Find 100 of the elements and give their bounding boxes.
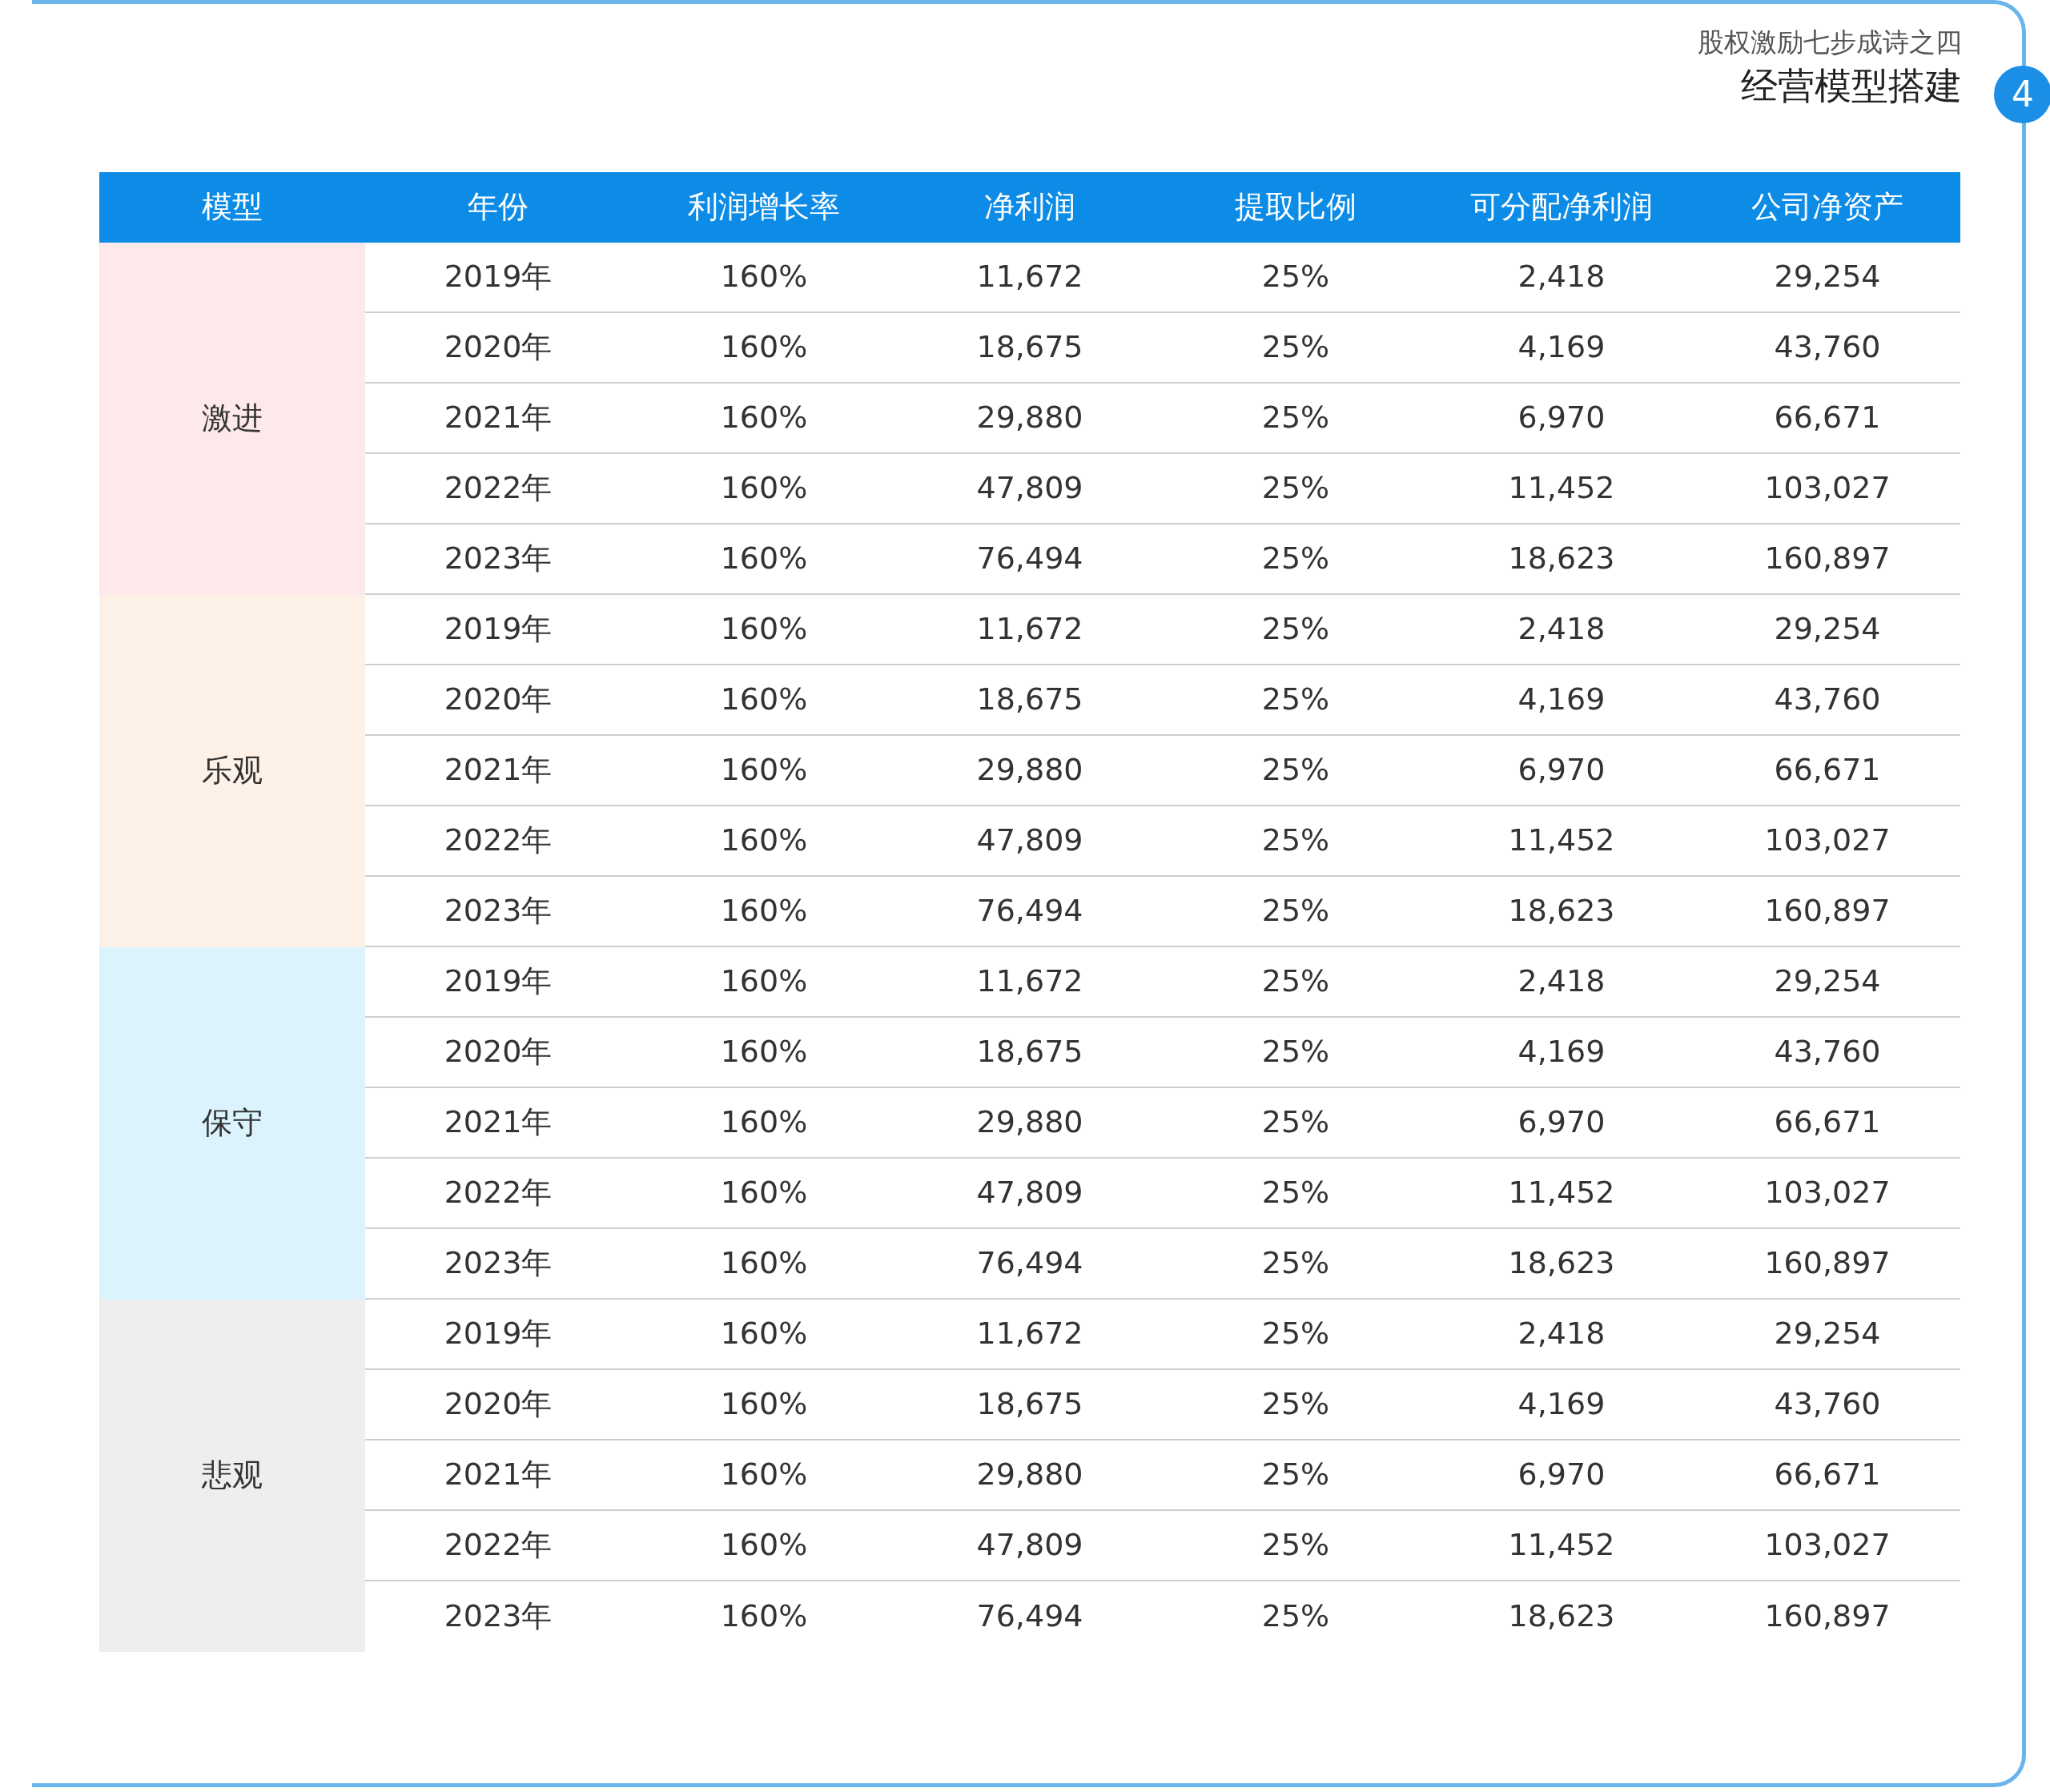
table-cell-text: 29,254 xyxy=(1773,258,1882,296)
table-cell-text: 11,672 xyxy=(975,610,1084,649)
table-cell-text: 47,809 xyxy=(975,469,1084,508)
table-cell-text: 47,809 xyxy=(975,1526,1084,1565)
table-cell-text: 4,169 xyxy=(1517,1385,1606,1424)
table-cell-text: 2023年 xyxy=(443,1244,553,1283)
table-cell-text: 2023年 xyxy=(443,892,553,930)
table-cell-text: 103,027 xyxy=(1763,1526,1891,1565)
group-cell: 激进 xyxy=(99,242,365,595)
table-cell-text: 18,623 xyxy=(1507,540,1616,578)
table-cell-text: 160% xyxy=(719,892,809,930)
table-cell-text: 18,675 xyxy=(975,1033,1084,1071)
table-cell-text: 47,809 xyxy=(975,1174,1084,1212)
group-cell: 悲观 xyxy=(99,1299,365,1652)
table-cell-text: 2022年 xyxy=(443,1526,553,1565)
table-cell-text: 11,672 xyxy=(975,962,1084,1001)
table-cell-text: 160% xyxy=(719,681,809,719)
table-cell-text: 11,452 xyxy=(1507,1174,1616,1212)
table-cell-text: 160% xyxy=(719,1103,809,1142)
column-header: 年份 xyxy=(467,188,529,227)
table-cell-text: 66,671 xyxy=(1773,399,1882,437)
table-cell-text: 76,494 xyxy=(975,1244,1084,1283)
table-cell-text: 2021年 xyxy=(443,751,553,790)
table-cell-text: 160% xyxy=(719,328,809,367)
table-cell-text: 25% xyxy=(1260,1103,1331,1142)
table-cell-text: 25% xyxy=(1260,328,1331,367)
table-cell-text: 6,970 xyxy=(1517,399,1606,437)
table-cell-text: 160% xyxy=(719,751,809,790)
table-cell-text: 29,880 xyxy=(975,751,1084,790)
column-header: 可分配净利润 xyxy=(1469,188,1654,227)
table-cell-text: 2,418 xyxy=(1517,610,1606,649)
table-cell-text: 2,418 xyxy=(1517,962,1606,1001)
table-cell-text: 2020年 xyxy=(443,328,553,367)
table-cell-text: 2,418 xyxy=(1517,258,1606,296)
table-cell-text: 25% xyxy=(1260,610,1331,649)
table-cell-text: 25% xyxy=(1260,399,1331,437)
table-cell-text: 2020年 xyxy=(443,1033,553,1071)
table-cell-text: 43,760 xyxy=(1773,681,1882,719)
table-cell-text: 2023年 xyxy=(443,1597,553,1636)
table-cell-text: 43,760 xyxy=(1773,1033,1882,1071)
table-cell-text: 25% xyxy=(1260,681,1331,719)
table-cell-text: 160,897 xyxy=(1763,1244,1891,1283)
column-header: 公司净资产 xyxy=(1751,188,1904,227)
table-cell-text: 160% xyxy=(719,1033,809,1071)
table-cell-text: 160,897 xyxy=(1763,540,1891,578)
page-title: 经营模型搭建 xyxy=(1741,63,1962,110)
table-cell-text: 25% xyxy=(1260,962,1331,1001)
table-cell-text: 103,027 xyxy=(1763,1174,1891,1212)
table-cell-text: 160% xyxy=(719,540,809,578)
table-cell-text: 29,880 xyxy=(975,1103,1084,1142)
table-cell-text: 160% xyxy=(719,399,809,437)
table-cell-text: 25% xyxy=(1260,751,1331,790)
table-cell-text: 2019年 xyxy=(443,1315,553,1353)
table-cell-text: 66,671 xyxy=(1773,1103,1882,1142)
table-cell-text: 25% xyxy=(1260,1456,1331,1494)
table-cell-text: 25% xyxy=(1260,1315,1331,1353)
table-cell-text: 103,027 xyxy=(1763,469,1891,508)
table-cell-text: 43,760 xyxy=(1773,1385,1882,1424)
table-cell-text: 29,254 xyxy=(1773,962,1882,1001)
page-subtitle: 股权激励七步成诗之四 xyxy=(1698,26,1962,59)
table-cell-text: 160% xyxy=(719,1174,809,1212)
table-cell-text: 160% xyxy=(719,610,809,649)
table-cell-text: 160,897 xyxy=(1763,1597,1891,1636)
table-cell-text: 2019年 xyxy=(443,610,553,649)
table-cell-text: 2021年 xyxy=(443,399,553,437)
table-cell-text: 25% xyxy=(1260,1385,1331,1424)
table-cell-text: 25% xyxy=(1260,1526,1331,1565)
group-cell: 保守 xyxy=(99,946,365,1300)
table-cell-text: 103,027 xyxy=(1763,822,1891,860)
table-cell-text: 25% xyxy=(1260,540,1331,578)
table-cell-text: 160% xyxy=(719,1456,809,1494)
table-cell-text: 18,675 xyxy=(975,1385,1084,1424)
table-cell-text: 6,970 xyxy=(1517,751,1606,790)
table-cell-text: 2020年 xyxy=(443,1385,553,1424)
table-cell-text: 160% xyxy=(719,1597,809,1636)
table-cell-text: 6,970 xyxy=(1517,1456,1606,1494)
page-badge: 4 xyxy=(1994,66,2050,123)
table-cell-text: 47,809 xyxy=(975,822,1084,860)
table-cell-text: 4,169 xyxy=(1517,1033,1606,1071)
table-cell-text: 2019年 xyxy=(443,258,553,296)
table-cell-text: 29,880 xyxy=(975,1456,1084,1494)
table-cell-text: 18,623 xyxy=(1507,1244,1616,1283)
table-cell-text: 76,494 xyxy=(975,540,1084,578)
table-cell-text: 25% xyxy=(1260,1244,1331,1283)
column-header: 净利润 xyxy=(983,188,1076,227)
table-cell-text: 160% xyxy=(719,469,809,508)
column-header: 提取比例 xyxy=(1234,188,1357,227)
table-cell-text: 11,452 xyxy=(1507,1526,1616,1565)
table-cell-text: 66,671 xyxy=(1773,1456,1882,1494)
table-cell-text: 6,970 xyxy=(1517,1103,1606,1142)
table-cell-text: 25% xyxy=(1260,469,1331,508)
table-cell-text: 25% xyxy=(1260,1597,1331,1636)
table-cell-text: 11,672 xyxy=(975,258,1084,296)
table-cell-text: 11,672 xyxy=(975,1315,1084,1353)
table-cell-text: 11,452 xyxy=(1507,822,1616,860)
table-cell-text: 29,880 xyxy=(975,399,1084,437)
table-cell-text: 2021年 xyxy=(443,1103,553,1142)
table-cell-text: 160% xyxy=(719,1526,809,1565)
table-cell-text: 43,760 xyxy=(1773,328,1882,367)
table-cell-text: 160% xyxy=(719,822,809,860)
